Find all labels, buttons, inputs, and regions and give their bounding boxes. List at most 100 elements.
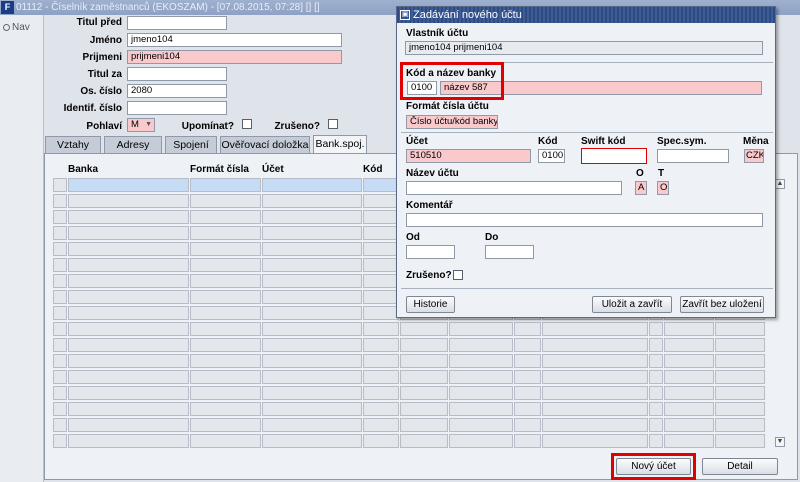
row-selector[interactable] (53, 258, 67, 272)
titul-pred-input[interactable] (127, 16, 227, 30)
table-cell[interactable] (449, 370, 513, 384)
currency-input[interactable]: CZK (744, 149, 764, 163)
table-cell[interactable] (262, 290, 362, 304)
table-cell[interactable] (363, 210, 399, 224)
table-cell[interactable] (664, 338, 714, 352)
row-selector[interactable] (53, 338, 67, 352)
tab-vztahy[interactable]: Vztahy (45, 136, 101, 153)
row-selector[interactable] (53, 306, 67, 320)
table-cell[interactable] (649, 418, 663, 432)
name-input[interactable] (406, 181, 622, 195)
format-input[interactable]: Číslo účtu/kód banky (406, 115, 498, 129)
titul-za-input[interactable] (127, 67, 227, 81)
row-selector[interactable] (53, 274, 67, 288)
row-selector[interactable] (53, 242, 67, 256)
table-cell[interactable] (68, 306, 189, 320)
table-cell[interactable] (68, 178, 189, 192)
table-cell[interactable] (190, 226, 261, 240)
table-cell[interactable] (449, 338, 513, 352)
save-close-button[interactable]: Uložit a zavřít (592, 296, 672, 313)
table-cell[interactable] (664, 370, 714, 384)
table-cell[interactable] (664, 354, 714, 368)
dialog-title[interactable]: Zadávání nového účtu (397, 7, 775, 23)
table-cell[interactable] (664, 402, 714, 416)
table-cell[interactable] (542, 402, 648, 416)
table-cell[interactable] (68, 338, 189, 352)
row-selector[interactable] (53, 354, 67, 368)
new-account-button[interactable]: Nový účet (616, 458, 691, 475)
table-cell[interactable] (664, 434, 714, 448)
table-cell[interactable] (649, 386, 663, 400)
table-cell[interactable] (190, 290, 261, 304)
table-cell[interactable] (363, 290, 399, 304)
table-cell[interactable] (514, 386, 541, 400)
table-cell[interactable] (68, 242, 189, 256)
row-selector[interactable] (53, 178, 67, 192)
table-cell[interactable] (262, 258, 362, 272)
table-cell[interactable] (190, 370, 261, 384)
row-selector[interactable] (53, 386, 67, 400)
scroll-up-icon[interactable]: ▲ (775, 179, 785, 189)
table-cell[interactable] (68, 210, 189, 224)
zruseno-checkbox[interactable] (328, 119, 338, 129)
table-cell[interactable] (68, 226, 189, 240)
table-cell[interactable] (190, 354, 261, 368)
table-cell[interactable] (649, 402, 663, 416)
table-cell[interactable] (400, 354, 448, 368)
pohlavi-select[interactable]: M ▼ (127, 118, 155, 132)
table-cell[interactable] (449, 386, 513, 400)
table-cell[interactable] (363, 242, 399, 256)
table-cell[interactable] (400, 322, 448, 336)
table-cell[interactable] (715, 338, 765, 352)
row-selector[interactable] (53, 226, 67, 240)
table-cell[interactable] (68, 418, 189, 432)
table-cell[interactable] (363, 434, 399, 448)
table-cell[interactable] (715, 386, 765, 400)
table-cell[interactable] (449, 402, 513, 416)
comment-input[interactable] (406, 213, 763, 227)
nav-item[interactable]: Nav (3, 22, 30, 33)
table-cell[interactable] (68, 434, 189, 448)
tab-overovaci-dolozka[interactable]: Ověřovací doložka (220, 136, 310, 153)
table-cell[interactable] (190, 402, 261, 416)
table-cell[interactable] (190, 194, 261, 208)
table-cell[interactable] (363, 402, 399, 416)
table-cell[interactable] (542, 370, 648, 384)
table-cell[interactable] (262, 226, 362, 240)
table-cell[interactable] (542, 338, 648, 352)
table-cell[interactable] (363, 338, 399, 352)
table-cell[interactable] (262, 178, 362, 192)
table-cell[interactable] (649, 370, 663, 384)
table-cell[interactable] (190, 322, 261, 336)
tab-bank-spoj[interactable]: Bank.spoj. (313, 135, 367, 153)
table-cell[interactable] (262, 402, 362, 416)
table-cell[interactable] (363, 386, 399, 400)
table-cell[interactable] (400, 386, 448, 400)
table-cell[interactable] (715, 402, 765, 416)
table-cell[interactable] (68, 258, 189, 272)
table-cell[interactable] (68, 354, 189, 368)
table-cell[interactable] (715, 418, 765, 432)
table-cell[interactable] (664, 386, 714, 400)
identif-cislo-input[interactable] (127, 101, 227, 115)
history-button[interactable]: Historie (406, 296, 455, 313)
table-cell[interactable] (262, 306, 362, 320)
table-cell[interactable] (449, 434, 513, 448)
table-cell[interactable] (363, 258, 399, 272)
table-cell[interactable] (68, 386, 189, 400)
table-cell[interactable] (649, 322, 663, 336)
row-selector[interactable] (53, 418, 67, 432)
table-cell[interactable] (363, 178, 399, 192)
table-cell[interactable] (363, 370, 399, 384)
table-cell[interactable] (262, 210, 362, 224)
detail-button[interactable]: Detail (702, 458, 778, 475)
table-cell[interactable] (190, 434, 261, 448)
swift-input[interactable] (581, 148, 647, 164)
table-cell[interactable] (68, 370, 189, 384)
table-cell[interactable] (449, 354, 513, 368)
scroll-down-icon[interactable]: ▼ (775, 437, 785, 447)
table-cell[interactable] (514, 354, 541, 368)
table-cell[interactable] (664, 418, 714, 432)
table-cell[interactable] (542, 354, 648, 368)
table-cell[interactable] (400, 402, 448, 416)
